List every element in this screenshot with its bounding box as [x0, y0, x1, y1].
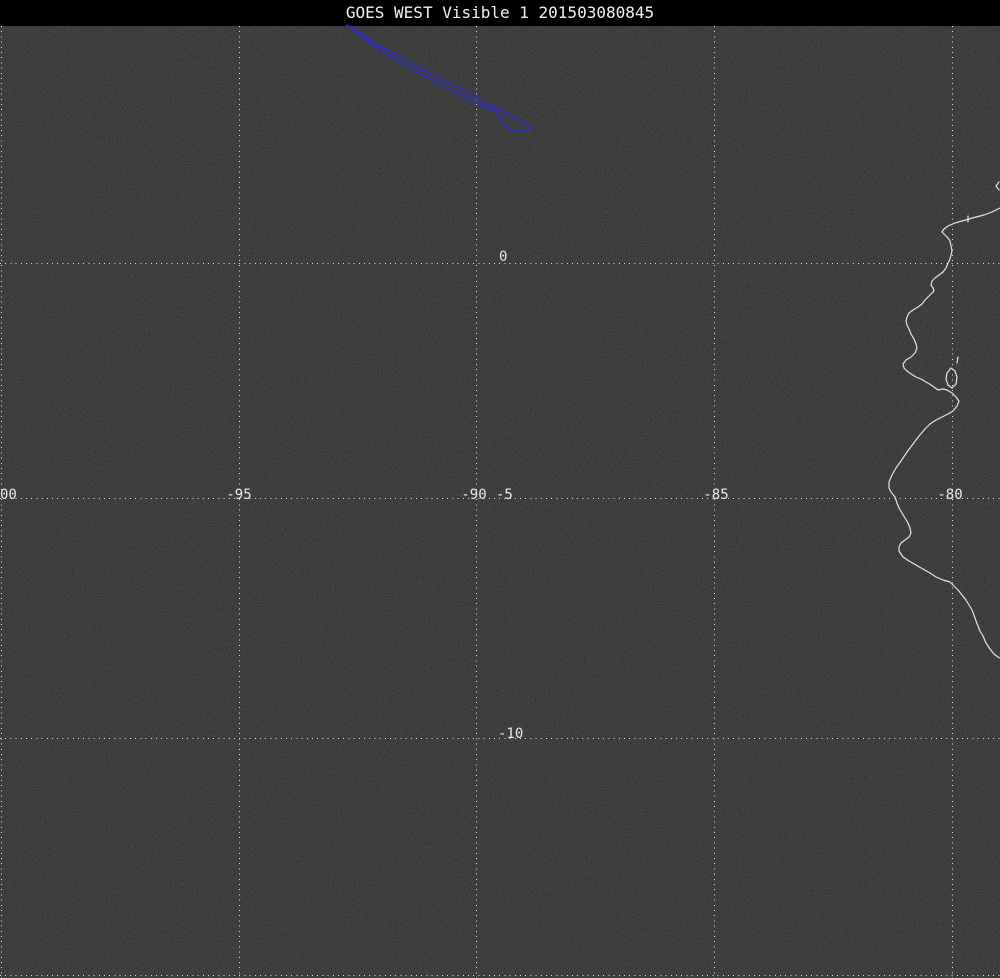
goes-satellite-display: GOES WEST Visible 1 201503080845 00 -95 … — [0, 0, 1000, 978]
satellite-image-noise — [0, 26, 1000, 978]
map-overlay-canvas — [0, 24, 1000, 978]
